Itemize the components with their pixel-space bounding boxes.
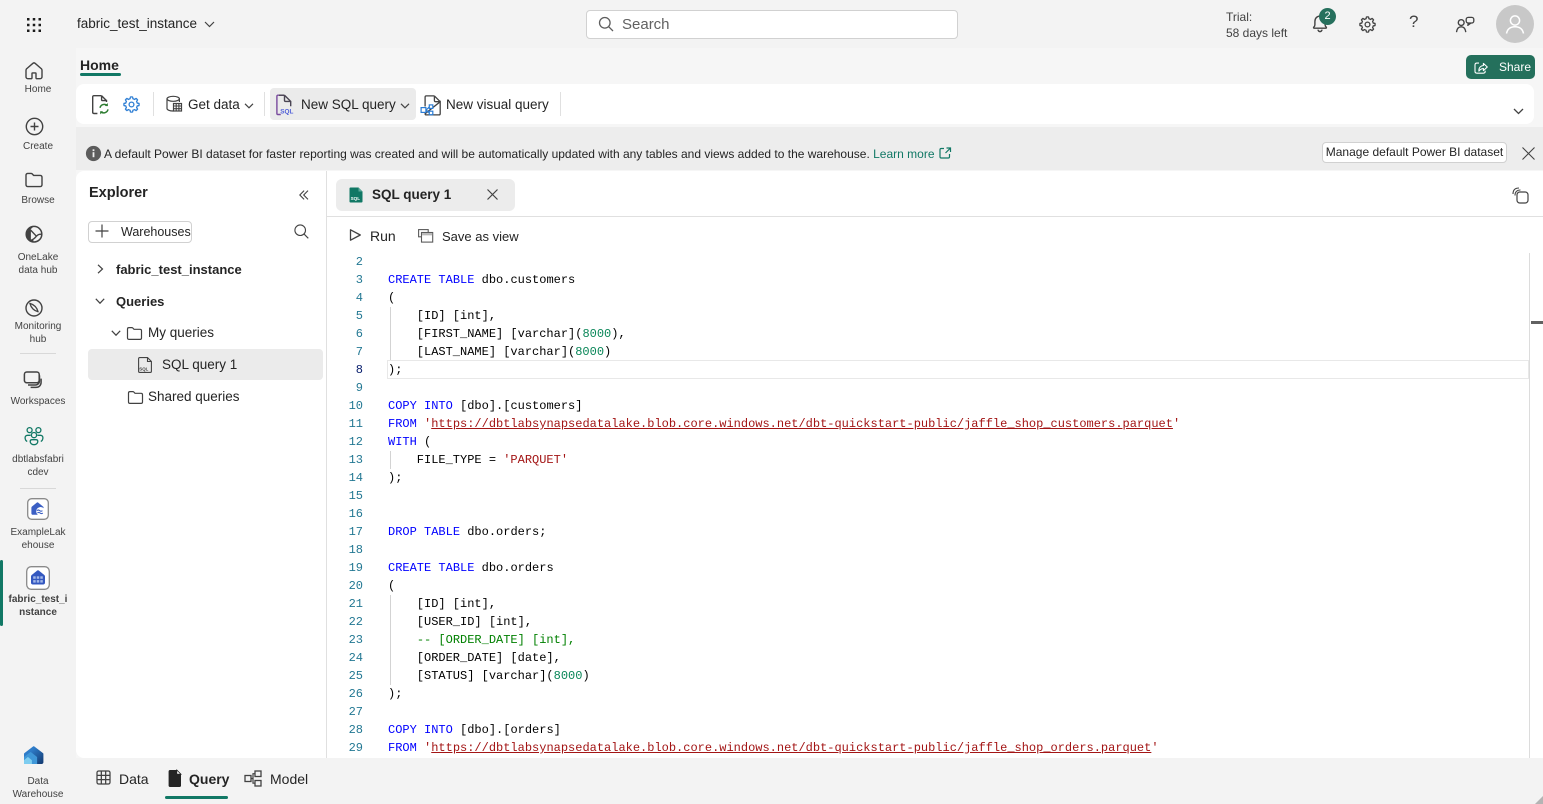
svg-text:SQL: SQL xyxy=(280,108,293,115)
svg-text:SQL: SQL xyxy=(139,366,148,371)
svg-text:SQL: SQL xyxy=(351,196,361,201)
